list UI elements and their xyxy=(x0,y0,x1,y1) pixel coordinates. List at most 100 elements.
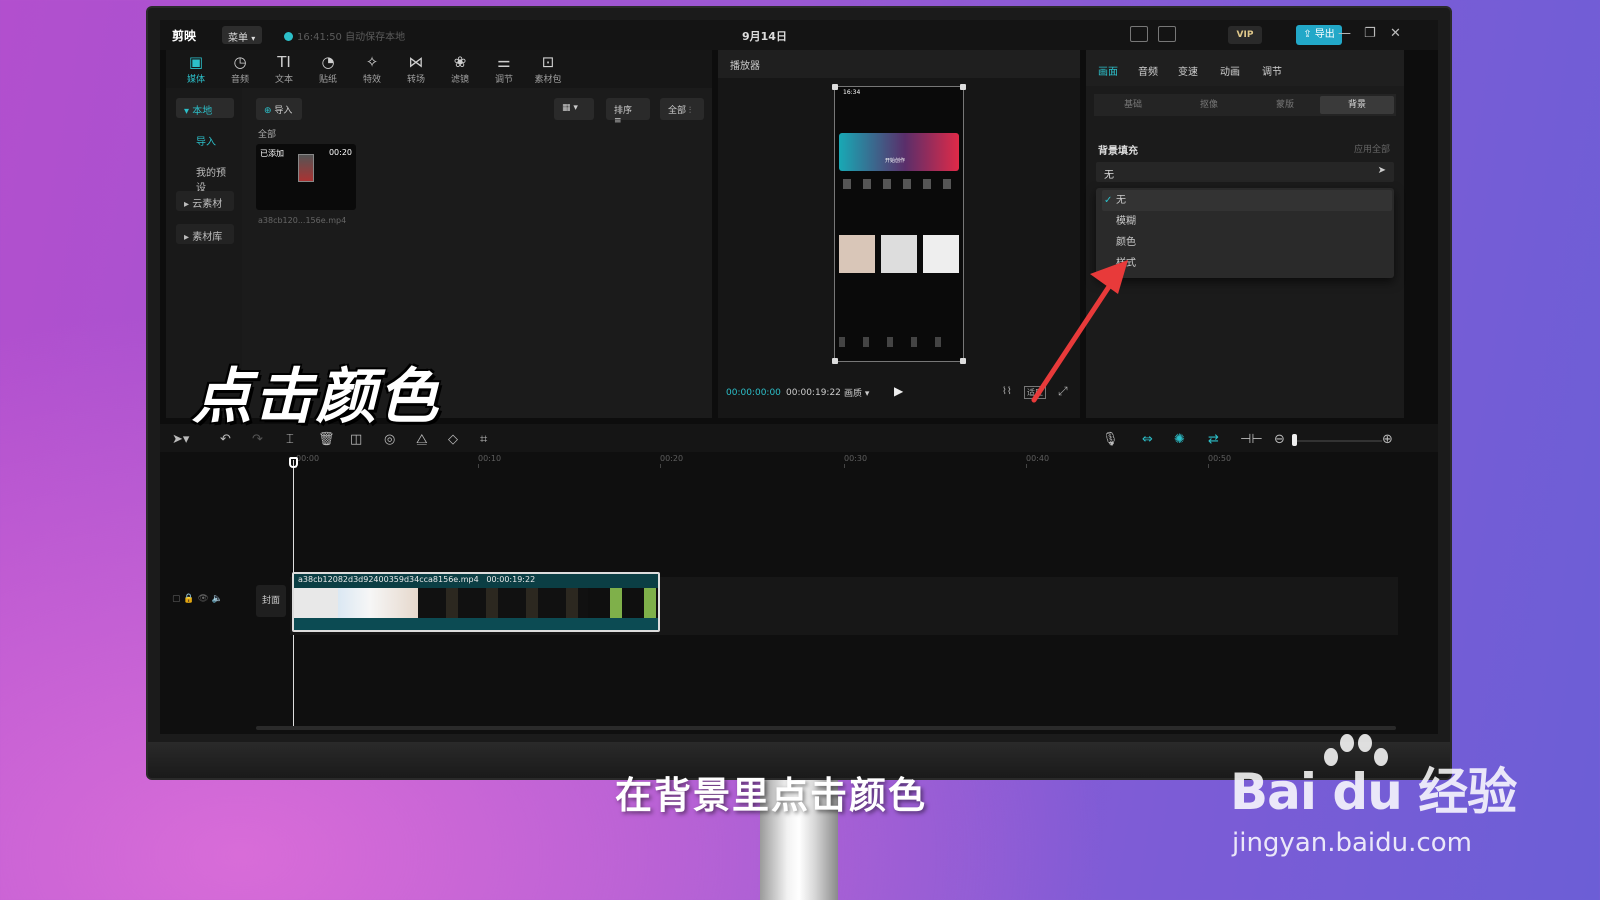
title-bar: 剪映 菜单 ▾ 16:41:50 自动保存本地 9月14日 VIP ⇪ 导出 —… xyxy=(160,20,1438,50)
bg-fill-label: 背景填充 xyxy=(1098,146,1138,157)
adjust-icon: ⚌ xyxy=(497,53,511,71)
import-label: 导入 xyxy=(274,106,293,116)
filter-icon: ❀ xyxy=(453,53,467,71)
align-icon[interactable]: ⊣⊢ xyxy=(1240,432,1263,447)
export-label: 导出 xyxy=(1314,29,1335,40)
sidebar-item-local[interactable]: ▾ 本地 xyxy=(176,98,234,118)
chevron-down-icon: ▾ xyxy=(251,34,256,43)
sidebar-item-cloud[interactable]: ▸ 云素材 xyxy=(176,191,234,211)
tab-adjust[interactable]: 调节 xyxy=(1262,63,1282,78)
video-subtitle: 在背景里点击颜色 xyxy=(615,774,927,817)
tab-text[interactable]: TI 文本 xyxy=(262,52,306,85)
apply-all-button[interactable]: 应用全部 xyxy=(1354,142,1390,155)
tab-canvas[interactable]: 画面 xyxy=(1098,63,1118,78)
menu-button[interactable]: 菜单 ▾ xyxy=(222,26,262,44)
phone-nav xyxy=(839,337,959,347)
effects-icon: ✧ xyxy=(365,53,379,71)
current-time: 00:00:00:00 xyxy=(726,388,781,398)
playhead-handle[interactable] xyxy=(289,457,298,468)
clip-name: a38cb12082d3d92400359d34cca8156e.mp4 xyxy=(298,575,479,584)
sidebar-item-presets[interactable]: 我的预设 xyxy=(176,160,242,194)
media-thumbnail[interactable]: 已添加 00:20 xyxy=(256,144,356,210)
close-icon[interactable]: ✕ xyxy=(1390,26,1401,41)
ruler-tick: 00:10 xyxy=(478,454,502,463)
subtab-cutout[interactable]: 抠像 xyxy=(1172,96,1246,114)
sidebar-item-library[interactable]: ▸ 素材库 xyxy=(176,224,234,244)
minimize-icon[interactable]: — xyxy=(1338,26,1351,41)
eye-icon[interactable]: 👁 xyxy=(197,594,208,604)
resize-handle[interactable] xyxy=(960,84,966,90)
zoom-in-icon[interactable]: ⊕ xyxy=(1382,432,1393,447)
tab-effects[interactable]: ✧ 特效 xyxy=(350,52,394,85)
sidebar-item-import[interactable]: 导入 xyxy=(176,129,234,149)
sort-label: 排序 xyxy=(614,106,633,116)
zoom-slider-handle[interactable] xyxy=(1292,434,1297,446)
tab-speed[interactable]: 变速 xyxy=(1178,63,1198,78)
zoom-slider[interactable] xyxy=(1292,440,1382,442)
zoom-out-icon[interactable]: ⊖ xyxy=(1274,432,1285,447)
select-tool-icon[interactable]: ➤▾ xyxy=(172,432,189,447)
resize-handle[interactable] xyxy=(960,358,966,364)
plus-icon: ⊕ xyxy=(264,106,272,116)
crop-icon[interactable]: ⌗ xyxy=(480,432,487,447)
resize-handle[interactable] xyxy=(832,84,838,90)
tab-label: 媒体 xyxy=(186,75,205,85)
view-toggle-button[interactable]: ▦ ▾ xyxy=(554,98,594,120)
filter-button[interactable]: 全部 ⫶ xyxy=(660,98,704,120)
tab-package[interactable]: ⊡ 素材包 xyxy=(526,52,570,85)
cursor-icon: ➤ xyxy=(1377,165,1386,176)
tab-media[interactable]: ▣ 媒体 xyxy=(174,52,218,85)
filter-icon: ⫶ xyxy=(688,106,692,116)
quality-dropdown[interactable]: 画质 ▾ xyxy=(844,386,869,399)
thumbnail-preview xyxy=(298,154,314,182)
subtab-mask[interactable]: 蒙版 xyxy=(1248,96,1322,114)
timeline-scrollbar[interactable] xyxy=(256,726,1396,730)
bg-fill-select[interactable]: 无 ➤ xyxy=(1096,162,1394,182)
tab-sticker[interactable]: ◔ 贴纸 xyxy=(306,52,350,85)
ruler-tick: 00:20 xyxy=(660,454,684,463)
subtab-basic[interactable]: 基础 xyxy=(1096,96,1170,114)
lock-icon[interactable]: 🔒 xyxy=(183,594,194,604)
transition-icon: ⋈ xyxy=(408,53,424,71)
app-window: 剪映 菜单 ▾ 16:41:50 自动保存本地 9月14日 VIP ⇪ 导出 —… xyxy=(160,20,1438,734)
cover-button[interactable]: 封面 xyxy=(256,585,286,617)
shortcut-icon[interactable] xyxy=(1130,26,1148,42)
tab-adjust[interactable]: ⚌ 调节 xyxy=(482,52,526,85)
tab-filter[interactable]: ❀ 滤镜 xyxy=(438,52,482,85)
tab-transition[interactable]: ⋈ 转场 xyxy=(394,52,438,85)
clip-frame xyxy=(294,588,338,618)
cover-toggle-icon[interactable]: ▢ xyxy=(172,594,181,604)
rotate-icon[interactable]: ◇ xyxy=(448,432,458,447)
phone-card xyxy=(881,235,917,273)
tab-audio[interactable]: ◷ 音频 xyxy=(218,52,262,85)
preview-canvas: 16:34 开始创作 xyxy=(832,84,966,364)
tab-label: 滤镜 xyxy=(450,75,469,85)
maximize-icon[interactable]: ❐ xyxy=(1364,26,1376,41)
export-button[interactable]: ⇪ 导出 xyxy=(1296,25,1342,45)
arrow-annotation xyxy=(1031,260,1128,403)
layout-icon[interactable] xyxy=(1158,26,1176,42)
subtab-background[interactable]: 背景 xyxy=(1320,96,1394,114)
link-icon[interactable]: ✺ xyxy=(1174,432,1185,447)
tab-audio[interactable]: 音频 xyxy=(1138,63,1158,78)
speaker-icon[interactable]: 🔈 xyxy=(212,594,223,604)
resize-handle[interactable] xyxy=(832,358,838,364)
phone-card xyxy=(923,235,959,273)
magnet-icon[interactable]: ⇔ xyxy=(1142,432,1153,447)
option-blur[interactable]: 模糊 xyxy=(1102,211,1136,232)
tab-label: 贴纸 xyxy=(318,75,337,85)
text-icon: TI xyxy=(277,53,291,71)
filter-label: 全部 xyxy=(668,106,687,116)
sticker-icon: ◔ xyxy=(321,53,335,71)
tab-animation[interactable]: 动画 xyxy=(1220,63,1240,78)
preview-axis-icon[interactable]: ⇄ xyxy=(1208,432,1219,447)
vip-badge[interactable]: VIP xyxy=(1228,26,1262,44)
play-icon[interactable]: ▶ xyxy=(894,384,903,398)
microphone-icon[interactable]: 🎙 xyxy=(1102,432,1119,447)
sort-button[interactable]: 排序 ≡ xyxy=(606,98,650,126)
menu-label: 菜单 xyxy=(228,33,248,44)
import-button[interactable]: ⊕ 导入 xyxy=(256,98,302,120)
option-none[interactable]: ✓ 无 xyxy=(1102,190,1392,211)
video-clip[interactable]: a38cb12082d3d92400359d34cca8156e.mp4 00:… xyxy=(292,572,660,632)
waveform-icon[interactable]: ⌇⌇ xyxy=(1002,386,1012,397)
